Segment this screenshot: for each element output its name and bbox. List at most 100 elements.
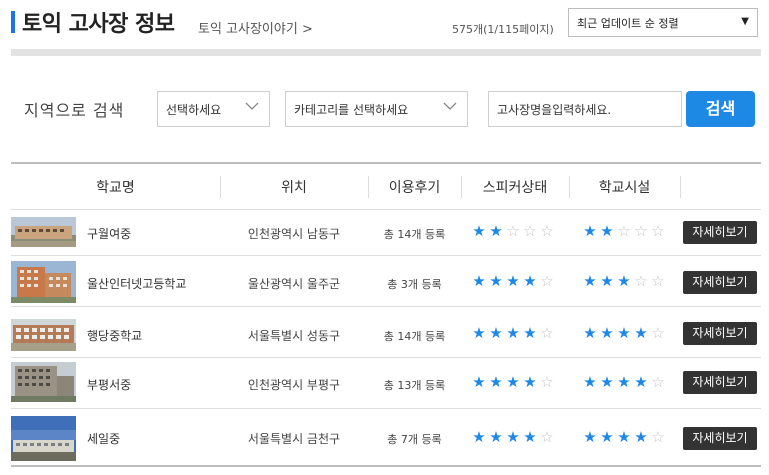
star-filled-icon: ★ [617,428,631,446]
table-bottom-border [11,465,761,467]
sort-select-value: 최근 업데이트 순 정렬 [577,17,679,30]
star-filled-icon: ★ [583,428,597,446]
star-filled-icon: ★ [506,272,520,290]
star-filled-icon: ★ [506,373,520,391]
star-filled-icon: ★ [600,272,614,290]
star-filled-icon: ★ [472,373,486,391]
school-location: 서울특별시 금천구 [247,432,341,446]
column-divider [220,176,221,198]
star-empty-icon: ☆ [540,373,554,391]
review-count: 총 13개 등록 [383,379,446,392]
school-name[interactable]: 부평서중 [87,376,131,393]
review-count: 총 3개 등록 [387,278,442,291]
school-name[interactable]: 울산인터넷고등학교 [87,275,186,292]
star-empty-icon: ☆ [634,222,648,240]
star-empty-icon: ☆ [651,272,665,290]
table-row: 행당중학교 서울특별시 성동구 총 14개 등록 ★ ★ ★ ★ ☆ ★ ★ ★ ★ ☆ 자세히… [0,306,769,356]
detail-button[interactable]: 자세히보기 [683,221,757,244]
school-thumbnail[interactable] [11,261,76,303]
search-button[interactable]: 검색 [686,91,755,127]
sort-select[interactable]: 최근 업데이트 순 정렬 ▼ [568,8,758,37]
star-filled-icon: ★ [617,324,631,342]
school-name[interactable]: 세일중 [87,430,120,447]
school-thumbnail[interactable] [11,416,76,461]
column-divider [680,176,681,198]
breadcrumb-link[interactable]: 토익 고사장이야기 > [198,18,313,37]
page-title: 토익 고사장 정보 [22,12,175,37]
school-name[interactable]: 행당중학교 [87,327,142,344]
category-select-value: 카테고리를 선택하세요 [294,103,409,117]
category-select[interactable]: 카테고리를 선택하세요 [285,91,468,127]
review-count: 총 14개 등록 [383,228,446,241]
star-filled-icon: ★ [600,428,614,446]
star-filled-icon: ★ [506,324,520,342]
star-filled-icon: ★ [523,428,537,446]
chevron-down-icon [245,102,259,110]
facility-rating: ★ ★ ★ ★ ☆ [582,326,666,341]
star-filled-icon: ★ [583,272,597,290]
result-count: 575개(1/115페이지) [452,23,554,36]
star-empty-icon: ☆ [506,222,520,240]
star-filled-icon: ★ [506,428,520,446]
header-location: 위치 [281,180,307,196]
star-filled-icon: ★ [472,324,486,342]
school-location: 울산광역시 울주군 [247,277,341,291]
title-accent-bar [11,11,15,33]
facility-rating: ★ ★ ★ ★ ☆ [582,375,666,390]
detail-button[interactable]: 자세히보기 [683,371,757,394]
speaker-rating: ★ ★ ★ ★ ☆ [471,375,555,390]
star-filled-icon: ★ [489,324,503,342]
school-name-input[interactable]: 고사장명을입력하세요. [488,91,682,127]
star-filled-icon: ★ [583,373,597,391]
region-select[interactable]: 선택하세요 [157,91,270,127]
speaker-rating: ★ ★ ★ ★ ☆ [471,326,555,341]
header-school-name: 학교명 [96,180,135,196]
table-top-border [11,162,761,164]
star-empty-icon: ☆ [540,428,554,446]
star-filled-icon: ★ [472,272,486,290]
star-empty-icon: ☆ [651,324,665,342]
star-empty-icon: ☆ [651,373,665,391]
header-divider [11,49,761,56]
star-filled-icon: ★ [634,324,648,342]
region-select-value: 선택하세요 [166,103,222,117]
header-school-facility: 학교시설 [598,180,651,196]
school-thumbnail[interactable] [11,319,76,351]
detail-button[interactable]: 자세히보기 [683,271,757,294]
star-empty-icon: ☆ [540,324,554,342]
star-filled-icon: ★ [583,222,597,240]
star-empty-icon: ☆ [540,272,554,290]
facility-rating: ★ ★ ★ ★ ☆ [582,430,666,445]
review-count: 총 14개 등록 [383,330,446,343]
star-filled-icon: ★ [523,324,537,342]
star-filled-icon: ★ [472,428,486,446]
star-empty-icon: ☆ [634,272,648,290]
page-header: 토익 고사장 정보 토익 고사장이야기 > 575개(1/115페이지) 최근 … [0,0,769,50]
detail-button[interactable]: 자세히보기 [683,427,757,450]
school-thumbnail[interactable] [11,362,76,402]
star-empty-icon: ☆ [540,222,554,240]
star-filled-icon: ★ [617,272,631,290]
detail-button[interactable]: 자세히보기 [683,322,757,345]
star-empty-icon: ☆ [523,222,537,240]
column-divider [368,176,369,198]
star-filled-icon: ★ [617,373,631,391]
star-filled-icon: ★ [634,373,648,391]
school-thumbnail[interactable] [11,217,76,247]
star-filled-icon: ★ [489,373,503,391]
star-empty-icon: ☆ [651,222,665,240]
speaker-rating: ★ ★ ★ ★ ☆ [471,274,555,289]
dropdown-arrow-icon: ▼ [741,16,749,27]
table-row: 구월여중 인천광역시 남동구 총 14개 등록 ★ ★ ☆ ☆ ☆ ★ ★ ☆ ☆ ☆ 자세히보… [0,209,769,259]
school-name[interactable]: 구월여중 [87,225,131,242]
facility-rating: ★ ★ ★ ☆ ☆ [582,274,666,289]
school-location: 인천광역시 남동구 [247,227,341,241]
star-filled-icon: ★ [583,324,597,342]
star-filled-icon: ★ [489,222,503,240]
column-divider [461,176,462,198]
star-filled-icon: ★ [634,428,648,446]
star-filled-icon: ★ [489,272,503,290]
star-filled-icon: ★ [472,222,486,240]
chevron-down-icon [443,102,457,110]
header-reviews: 이용후기 [388,180,441,196]
